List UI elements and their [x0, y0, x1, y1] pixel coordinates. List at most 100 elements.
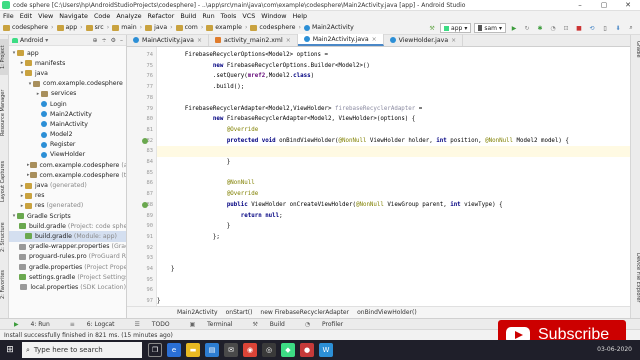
tab-favorites[interactable]: 2: Favorites	[0, 265, 9, 303]
debug-icon[interactable]: ✱	[535, 23, 545, 33]
breadcrumb-anon-class[interactable]: new FirebaseRecyclerAdapter	[260, 309, 349, 316]
tree-node[interactable]: Register	[9, 140, 126, 150]
tree-node[interactable]: ▾ app	[9, 48, 126, 58]
code-line[interactable]: }	[157, 264, 175, 275]
breadcrumb-class[interactable]: Main2Activity	[177, 309, 218, 316]
run-config-select[interactable]: app ▾	[440, 23, 472, 33]
code-line[interactable]: new FirebaseRecyclerOptions.Builder<Mode…	[157, 61, 370, 72]
mail-icon[interactable]: ✉	[224, 343, 238, 357]
collapse-icon[interactable]: ÷	[102, 37, 107, 44]
nav-crumb[interactable]: com ›	[175, 24, 203, 31]
close-icon[interactable]: ×	[372, 36, 377, 43]
close-icon[interactable]: ×	[451, 37, 456, 44]
sync-gradle-icon[interactable]: ⟲	[587, 23, 597, 33]
menu-run[interactable]: Run	[202, 12, 214, 20]
tab-resource-manager[interactable]: Resource Manager	[0, 85, 9, 141]
menu-code[interactable]: Code	[94, 12, 110, 20]
tree-node[interactable]: ▸ manifests	[9, 58, 126, 68]
tree-node[interactable]: build.gradle (Module: app)	[9, 231, 126, 242]
code-line[interactable]: .build();	[157, 82, 244, 93]
file-explorer-icon[interactable]: ▬	[186, 343, 200, 357]
tree-node[interactable]: ▾ com.example.codesphere	[9, 79, 126, 89]
tree-node[interactable]: ▸ res	[9, 191, 126, 201]
editor-tab[interactable]: activity_main2.xml ×	[209, 34, 298, 46]
recorder-icon[interactable]: ●	[300, 343, 314, 357]
menu-file[interactable]: File	[3, 12, 14, 20]
tree-node[interactable]: gradle.properties (Project Prope	[9, 262, 126, 272]
minimize-button[interactable]: –	[568, 0, 592, 11]
sdk-manager-icon[interactable]: ⬇	[613, 23, 623, 33]
project-view-select[interactable]: Android	[20, 37, 43, 44]
device-select[interactable]: sam ▾	[474, 23, 506, 33]
nav-crumb[interactable]: app ›	[56, 24, 83, 31]
code-area[interactable]: FirebaseRecyclerOptions<Model2> options …	[157, 47, 630, 306]
tab-layout-captures[interactable]: Layout Captures	[0, 155, 9, 207]
chrome-icon[interactable]: ◉	[243, 343, 257, 357]
close-icon[interactable]: ×	[286, 37, 291, 44]
code-line[interactable]: FirebaseRecyclerOptions<Model2> options …	[157, 50, 328, 61]
tree-node[interactable]: local.properties (SDK Location)	[9, 282, 126, 292]
gear-icon[interactable]: ⚙	[111, 37, 116, 44]
tree-node[interactable]: settings.gradle (Project Settings)	[9, 272, 126, 282]
menu-window[interactable]: Window	[261, 12, 286, 20]
nav-crumb[interactable]: main ›	[112, 24, 142, 31]
chevron-down-icon[interactable]: ▾	[45, 37, 48, 44]
tab-structure[interactable]: 2: Structure	[0, 217, 9, 257]
nav-crumb[interactable]: codesphere ›	[3, 24, 54, 31]
tree-node[interactable]: ▸ java (generated)	[9, 180, 126, 190]
taskbar-search[interactable]: ⌕ Type here to search	[22, 342, 142, 358]
tree-node[interactable]: ▾ Gradle Scripts	[9, 211, 126, 221]
code-line[interactable]: }	[157, 157, 231, 168]
tab-gradle[interactable]: Gradle	[632, 41, 640, 67]
tree-node[interactable]: gradle-wrapper.properties(Gradl	[9, 242, 126, 252]
word-icon[interactable]: W	[319, 343, 333, 357]
nav-crumb[interactable]: example ›	[206, 24, 247, 31]
tree-node[interactable]: ▸ services	[9, 89, 126, 99]
tree-node[interactable]: MainActivity	[9, 119, 126, 129]
menu-vcs[interactable]: VCS	[242, 12, 255, 20]
task-view-icon[interactable]: ❐	[148, 343, 162, 357]
menu-analyze[interactable]: Analyze	[116, 12, 141, 20]
attach-debugger-icon[interactable]: ⊡	[561, 23, 571, 33]
code-line[interactable]: @NonNull	[157, 178, 255, 189]
tab-run[interactable]: ▶ 4: Run	[14, 321, 60, 328]
run-icon[interactable]: ▶	[509, 23, 519, 33]
app-icon[interactable]: ◎	[262, 343, 276, 357]
hide-icon[interactable]: –	[120, 37, 123, 44]
menu-navigate[interactable]: Navigate	[59, 12, 88, 20]
menu-build[interactable]: Build	[180, 12, 196, 20]
tree-node[interactable]: build.gradle (Project: code sphere	[9, 221, 126, 231]
code-line[interactable]: @Override	[157, 125, 258, 136]
tab-device-file-explorer[interactable]: Device File Explorer	[632, 253, 640, 315]
code-line[interactable]: @Override	[157, 189, 258, 200]
stop-icon[interactable]: ■	[574, 23, 584, 33]
edge-icon[interactable]: e	[167, 343, 181, 357]
editor-tab[interactable]: MainActivity.java ×	[127, 34, 209, 46]
close-icon[interactable]: ×	[197, 37, 202, 44]
menu-edit[interactable]: Edit	[20, 12, 32, 20]
code-line[interactable]: public ViewHolder onCreateViewHolder(@No…	[157, 200, 503, 211]
code-line[interactable]: new FirebaseRecyclerAdapter<Model2, View…	[157, 114, 415, 125]
breadcrumb-method[interactable]: onStart()	[226, 309, 253, 316]
tree-node[interactable]: ▾ java	[9, 68, 126, 78]
android-studio-taskbar-icon[interactable]: ◆	[281, 343, 295, 357]
code-editor[interactable]: 74 75 76 77 78 79 80 81 82 83 84 85 86 87 88 89 90 91 92 93…	[127, 47, 630, 306]
nav-crumb[interactable]: Main2Activity	[303, 24, 354, 31]
tab-project[interactable]: 1: Project	[0, 39, 9, 75]
menu-refactor[interactable]: Refactor	[148, 12, 175, 20]
menu-tools[interactable]: Tools	[221, 12, 237, 20]
tree-node[interactable]: ▸ res (generated)	[9, 201, 126, 211]
code-line[interactable]: };	[157, 232, 220, 243]
code-line[interactable]: protected void onBindViewHolder(@NonNull…	[157, 136, 569, 147]
avd-manager-icon[interactable]: ▯	[600, 23, 610, 33]
apply-changes-icon[interactable]: ↻	[522, 23, 532, 33]
breadcrumb-inner-method[interactable]: onBindViewHolder()	[357, 309, 417, 316]
nav-crumb[interactable]: src ›	[85, 24, 109, 31]
tree-node[interactable]: ▸com.example.codesphere(te	[9, 170, 126, 180]
code-line[interactable]: .setQuery(mref2,Model2.class)	[157, 71, 314, 82]
status-message[interactable]: Install successfully finished in 821 ms.…	[4, 332, 173, 339]
sync-icon[interactable]: ⊕	[93, 37, 98, 44]
store-icon[interactable]: ▤	[205, 343, 219, 357]
code-line[interactable]: FirebaseRecyclerAdapter<Model2,ViewHolde…	[157, 104, 422, 115]
tab-build[interactable]: ⚒ Build	[253, 321, 295, 328]
